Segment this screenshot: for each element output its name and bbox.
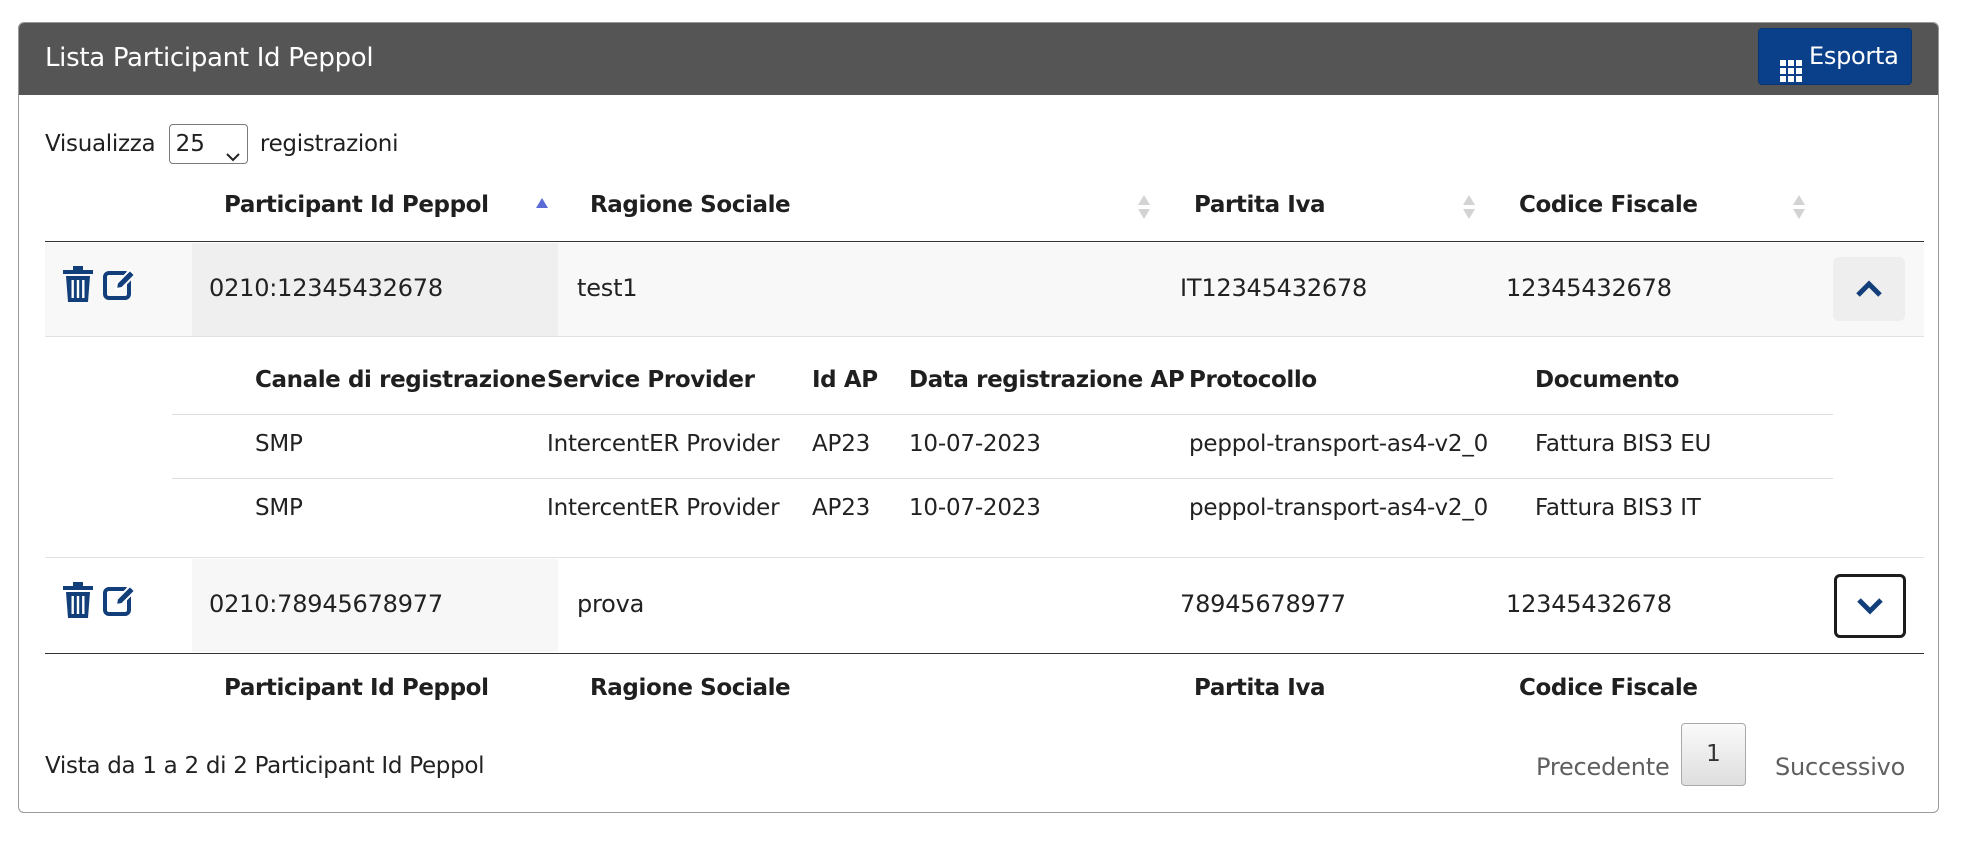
cell-ragione-sociale: test1 xyxy=(577,274,638,302)
detail-cell: 10-07-2023 xyxy=(909,431,1041,457)
cell-ragione-sociale: prova xyxy=(577,590,645,618)
sort-both-icon xyxy=(1792,193,1806,225)
detail-col-header: Protocollo xyxy=(1189,367,1317,393)
detail-col-header: Documento xyxy=(1535,367,1680,393)
cell-codice-fiscale: 12345432678 xyxy=(1506,274,1672,302)
grid-icon xyxy=(1780,47,1802,102)
edit-icon[interactable] xyxy=(103,267,137,305)
col-header-codice-fiscale[interactable]: Codice Fiscale xyxy=(1519,192,1698,218)
expand-row-button[interactable] xyxy=(1834,574,1906,638)
detail-cell: SMP xyxy=(255,431,303,457)
footer-divider xyxy=(45,653,1924,654)
footer-col-codice-fiscale: Codice Fiscale xyxy=(1519,675,1698,701)
detail-cell: IntercentER Provider xyxy=(547,495,780,521)
cell-participant-id: 0210:78945678977 xyxy=(209,590,443,618)
collapse-row-button[interactable] xyxy=(1833,257,1905,321)
sort-asc-icon xyxy=(535,194,549,213)
pagination-page-1[interactable]: 1 xyxy=(1681,723,1746,786)
trash-icon[interactable] xyxy=(63,582,93,622)
detail-cell: AP23 xyxy=(812,431,871,457)
length-suffix: registrazioni xyxy=(259,131,399,157)
footer-col-participant-id: Participant Id Peppol xyxy=(224,675,489,701)
cell-participant-id: 0210:12345432678 xyxy=(209,274,443,302)
table-info: Vista da 1 a 2 di 2 Participant Id Peppo… xyxy=(45,753,485,779)
pagination-previous[interactable]: Precedente xyxy=(1536,753,1670,781)
detail-cell: peppol-transport-as4-v2_0 xyxy=(1189,495,1489,521)
page-length-control: Visualizza 25 registrazioni xyxy=(45,123,398,165)
export-button[interactable]: Esporta xyxy=(1758,28,1912,85)
sort-both-icon xyxy=(1137,193,1151,225)
detail-cell: Fattura BIS3 IT xyxy=(1535,495,1701,521)
footer-col-partita-iva: Partita Iva xyxy=(1194,675,1326,701)
cell-codice-fiscale: 12345432678 xyxy=(1506,590,1672,618)
footer-col-ragione-sociale: Ragione Sociale xyxy=(590,675,791,701)
detail-cell: SMP xyxy=(255,495,303,521)
col-header-partita-iva[interactable]: Partita Iva xyxy=(1194,192,1326,218)
panel-title: Lista Participant Id Peppol xyxy=(45,43,374,73)
length-prefix: Visualizza xyxy=(45,131,156,157)
detail-col-header: Id AP xyxy=(812,367,878,393)
detail-cell: AP23 xyxy=(812,495,871,521)
row-divider xyxy=(45,336,1924,337)
detail-divider xyxy=(172,478,1833,479)
col-header-ragione-sociale[interactable]: Ragione Sociale xyxy=(590,192,791,218)
detail-cell: peppol-transport-as4-v2_0 xyxy=(1189,431,1489,457)
sort-both-icon xyxy=(1462,193,1476,225)
detail-cell: Fattura BIS3 EU xyxy=(1535,431,1712,457)
detail-col-header: Service Provider xyxy=(547,367,755,393)
row-divider xyxy=(45,557,1924,558)
page-length-select[interactable]: 25 xyxy=(168,124,248,164)
chevron-up-icon xyxy=(1856,280,1882,297)
page-length-value: 25 xyxy=(175,131,205,157)
detail-cell: IntercentER Provider xyxy=(547,431,780,457)
cell-partita-iva: 78945678977 xyxy=(1180,590,1346,618)
detail-col-header: Canale di registrazione xyxy=(255,367,546,393)
chevron-down-icon xyxy=(225,137,241,175)
export-label: Esporta xyxy=(1809,42,1899,70)
pagination-next[interactable]: Successivo xyxy=(1775,753,1905,781)
edit-icon[interactable] xyxy=(103,583,137,621)
participant-list-panel: Lista Participant Id Peppol Esporta Visu… xyxy=(18,22,1939,813)
chevron-down-icon xyxy=(1857,598,1883,615)
detail-col-header: Data registrazione AP xyxy=(909,367,1185,393)
detail-divider xyxy=(172,414,1833,415)
col-header-participant-id[interactable]: Participant Id Peppol xyxy=(224,192,489,218)
trash-icon[interactable] xyxy=(63,266,93,306)
detail-cell: 10-07-2023 xyxy=(909,495,1041,521)
panel-header: Lista Participant Id Peppol Esporta xyxy=(19,23,1938,95)
cell-partita-iva: IT12345432678 xyxy=(1180,274,1368,302)
header-divider xyxy=(45,241,1924,242)
